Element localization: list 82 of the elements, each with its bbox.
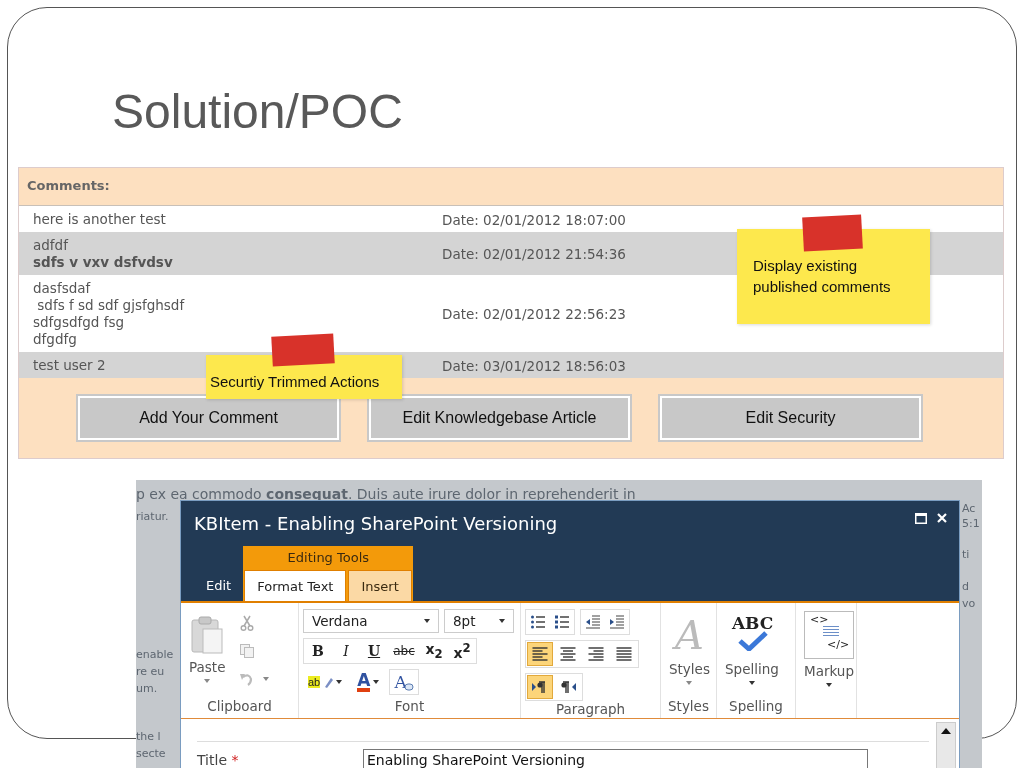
group-label: Paragraph [554,701,627,718]
align-icon [532,647,548,661]
background-text: riatur. [136,510,169,523]
format-button[interactable]: x$^{2}$ [449,640,475,662]
group-label: Styles [667,698,710,716]
background-text: um. [136,682,158,695]
comment-text: dfgdfg [33,331,78,348]
highlight-button[interactable]: ab [303,669,348,695]
comment-text: dasfsdaf [33,280,92,297]
dialog-title: KBItem - Enabling SharePoint Versioning [194,513,558,534]
slide-title: Solution/POC [112,84,403,139]
comment-date: Date: 03/01/2012 18:56:03 [442,357,626,374]
comment-text: sdfs f sd sdf gjsfghsdf [36,297,186,314]
caret-icon [204,679,211,683]
background-text: the l [136,730,161,743]
background-text: Ac [962,502,976,515]
align-icon [560,647,576,661]
tape-icon [271,333,335,367]
note-text: Securtiy Trimmed Actions [210,373,380,390]
comment-text: here is another test [33,211,167,228]
caret-icon [826,683,832,687]
paste-button[interactable]: Paste [185,609,230,698]
background-text: d [962,580,969,593]
size-dropdown[interactable]: 8pt [444,609,514,633]
action-button[interactable]: Edit Knowledgebase Article [367,394,632,442]
eraser-icon [403,683,414,691]
spelling-button[interactable]: ABC Spelling [721,609,783,698]
background-text: 5:1 [962,517,980,530]
caret-icon [748,681,755,685]
pilcrow-icon [560,680,576,694]
background-text: ti [962,548,970,561]
close-icon[interactable] [937,513,947,523]
caret-icon [263,677,270,681]
align-icon [588,647,604,661]
comment-date: Date: 02/01/2012 22:56:23 [442,306,626,322]
text-direction-button[interactable] [527,675,553,699]
background-text: secte [136,747,166,760]
maximize-icon[interactable] [915,513,927,524]
background-text: enable [136,648,174,661]
title-input[interactable]: Enabling SharePoint Versioning [363,749,868,768]
group-label: Clipboard [206,698,273,716]
comment-text: adfdf [33,237,70,254]
background-text: vo [962,597,976,610]
background-text: p ex ea commodo consequat. Duis aute irure dolor in reprehenderit in [136,486,636,502]
clipboard-icon [190,615,225,655]
caret-icon [336,680,343,684]
format-button[interactable]: B [305,640,331,662]
styles-button[interactable]: A Styles [665,609,714,698]
caret-icon [373,680,380,684]
tape-icon [802,214,863,252]
comment-text: sdfs v vxv dsfvdsv [33,254,174,271]
action-button[interactable]: Edit Security [658,394,923,442]
format-button[interactable]: U [361,640,387,662]
pilcrow-icon [532,680,548,694]
align-icon [616,647,632,661]
ribbon-tab[interactable]: Format Text [244,570,347,601]
pen-icon [323,676,334,688]
background-text: re eu [136,665,165,678]
action-button[interactable]: Add Your Comment [76,394,341,442]
comment-date: Date: 02/01/2012 21:54:36 [442,246,626,262]
format-button[interactable]: I [333,640,359,662]
ribbon-tab[interactable]: Edit [194,570,244,601]
note-text: Display existing published comments [753,257,891,295]
caret-icon [686,681,693,685]
align-button[interactable] [527,642,553,666]
caret-icon [424,619,430,623]
group-label: Font [393,698,426,716]
format-button[interactable]: abc [389,640,419,662]
caret-icon [499,619,505,623]
markup-icon: <> </> [804,611,854,659]
scroll-up-icon[interactable] [941,728,951,734]
scrollbar[interactable] [936,722,956,768]
comment-text: test user 2 [33,357,107,374]
comment-text: sdfgsdfgd fsg [33,314,126,331]
markup-button[interactable]: <> </> Markup [800,609,858,698]
field-label: Title * [197,752,240,768]
ribbon-tab[interactable]: Insert [348,570,412,601]
font-dropdown[interactable]: Verdana [303,609,439,633]
font-color-button[interactable]: A [352,669,385,695]
group-label: Spelling [728,698,784,716]
comment-date: Date: 02/01/2012 18:07:00 [442,211,626,228]
format-button[interactable]: x$_{2}$ [421,640,447,662]
